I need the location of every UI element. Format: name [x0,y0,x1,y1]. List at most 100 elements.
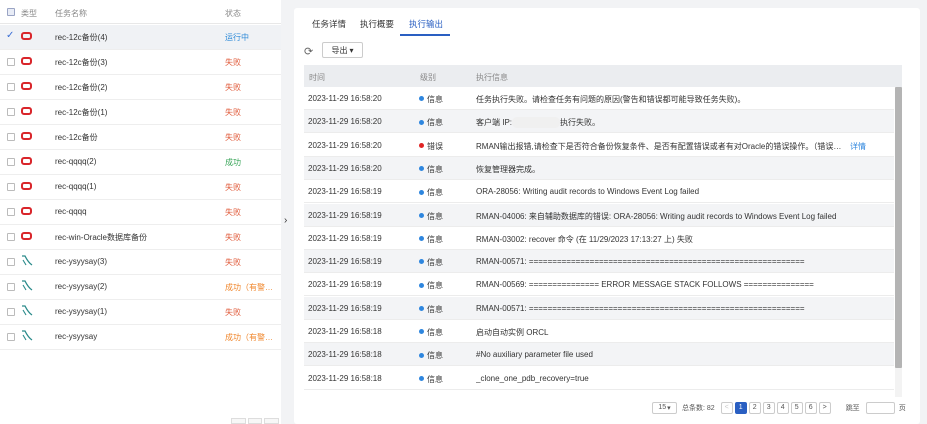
row-checkbox[interactable] [7,258,15,266]
log-message: 客户端 IP: 执行失败。 [476,117,862,128]
refresh-icon[interactable]: ⟳ [304,45,313,58]
expand-arrow-icon[interactable]: › [284,215,287,226]
task-name: rec-ysyysay [55,332,98,341]
log-time: 2023-11-29 16:58:19 [308,210,382,220]
log-level-text: 信息 [427,118,443,128]
log-time: 2023-11-29 16:58:19 [308,257,382,267]
detail-link[interactable]: 详情 [850,141,866,152]
log-level-text: 信息 [427,188,443,198]
log-level-text: 信息 [427,281,443,291]
level-dot-icon [419,352,424,358]
log-scroll-thumb[interactable] [895,87,902,368]
column-header-type: 类型 [21,9,37,18]
log-message-text: 启动自动实例 ORCL [476,328,549,337]
log-message: #No auxiliary parameter file used [476,350,862,359]
page-button[interactable]: 2 [748,401,761,414]
task-row[interactable]: rec-win-Oracle数据库备份 失败 [0,225,281,250]
task-status: 成功（有警… [225,333,273,342]
log-row: 2023-11-29 16:58:18 信息 启动自动实例 ORCL [304,320,894,343]
log-message-text: 任务执行失败。请检查任务有问题的原因(警告和错误都可能导致任务失败)。 [476,95,746,104]
row-checkbox[interactable] [7,58,15,66]
goto-page-input[interactable] [865,401,895,414]
log-row: 2023-11-29 16:58:20 信息 恢复管理器完成。 [304,156,894,180]
task-list-header: 类型 任务名称 状态 [0,0,281,24]
level-dot-icon [419,119,424,125]
export-button[interactable]: 导出 ▾ [322,42,363,58]
task-name: rec-12c备份(1) [55,108,108,117]
next-page-button[interactable]: > [818,401,831,414]
row-checkbox[interactable] [7,208,15,216]
page-button[interactable]: 6 [804,401,817,414]
task-row[interactable]: rec-qqqq 失败 [0,200,281,225]
task-row[interactable]: rec-ysyysay(1) 失败 [0,300,281,325]
page-button[interactable]: 5 [790,401,803,414]
task-row[interactable]: rec-qqqq(2) 成功 [0,150,281,175]
page-size-select[interactable]: 15 ▾ [652,401,677,414]
task-row[interactable]: rec-ysyysay 成功（有警… [0,325,281,350]
oracle-db-icon [21,32,32,40]
task-row[interactable]: rec-12c备份 失败 [0,125,281,150]
task-row[interactable]: rec-12c备份(1) 失败 [0,100,281,125]
check-icon[interactable]: ✓ [6,30,14,41]
row-checkbox[interactable] [7,158,15,166]
log-level: 信息 [419,350,443,361]
oracle-db-icon [21,107,32,115]
row-checkbox[interactable] [7,83,15,91]
row-checkbox[interactable] [7,283,15,291]
log-row: 2023-11-29 16:58:19 信息 RMAN-03002: recover… [304,227,894,250]
task-row[interactable]: rec-ysyysay(3) 失败 [0,250,281,275]
page-size-value: 15 [658,404,667,411]
page-button[interactable]: 4 [776,401,789,414]
log-time: 2023-11-29 16:58:19 [308,187,382,197]
log-time: 2023-11-29 16:58:20 [308,140,382,150]
log-level-text: 信息 [427,351,443,361]
level-dot-icon [419,282,424,288]
log-level-text: 信息 [427,328,443,337]
log-level: 信息 [419,187,443,198]
log-message-text: 客户端 IP: [476,118,513,128]
log-row: 2023-11-29 16:58:18 信息 _clone_one_pdb_reco… [304,367,894,390]
task-row[interactable]: rec-ysyysay(2) 成功（有警… [0,275,281,300]
task-name: rec-ysyysay(2) [55,282,108,291]
level-dot-icon [419,189,424,195]
log-level: 信息 [419,211,443,222]
task-name: rec-12c备份(2) [55,83,108,92]
page-button[interactable]: 1 [734,401,747,414]
tab-execution-output[interactable]: 执行输出 [409,18,443,30]
log-message-text: RMAN-00569: =============== ERROR MESSAG… [476,280,814,290]
log-row: 2023-11-29 16:58:19 信息 RMAN-00569: =======… [304,273,894,297]
sql-server-icon [22,255,33,266]
task-row[interactable]: rec-12c备份(3) 失败 [0,50,281,75]
goto-label: 跳至 [845,404,860,412]
log-level: 信息 [419,280,443,291]
task-status: 失败 [225,208,241,217]
column-header-level: 级别 [420,73,436,82]
task-list-pager[interactable] [231,418,280,424]
task-row[interactable]: rec-qqqq(1) 失败 [0,175,281,200]
page-button[interactable]: 3 [762,401,775,414]
row-checkbox[interactable] [7,333,15,341]
log-row: 2023-11-29 16:58:19 信息 ORA-28056: Writing … [304,180,894,204]
goto-suffix: 页 [898,404,906,412]
tab-task-details[interactable]: 任务详情 [312,18,346,30]
log-level-text: 信息 [427,234,443,244]
task-detail-panel: 任务详情 执行概要 执行输出 ⟳ 导出 ▾ 时间 级别 执行信息 2023-11… [294,8,920,424]
panel-splitter[interactable]: › [281,0,293,424]
prev-page-button[interactable]: < [720,401,733,414]
sql-server-icon [22,330,33,341]
row-checkbox[interactable] [7,233,15,241]
log-level: 信息 [419,257,443,268]
log-level: 信息 [419,94,443,105]
task-row[interactable]: rec-12c备份(2) 失败 [0,75,281,100]
row-checkbox[interactable] [7,108,15,116]
select-all-checkbox[interactable] [7,8,15,16]
row-checkbox[interactable] [7,308,15,316]
row-checkbox[interactable] [7,133,15,141]
tab-execution-summary[interactable]: 执行概要 [360,18,394,30]
log-message-text: RMAN-00571: ============================… [476,257,805,267]
task-row[interactable]: ✓ rec-12c备份(4) 运行中 [0,25,281,50]
level-dot-icon [419,306,424,312]
row-checkbox[interactable] [7,183,15,191]
task-name: rec-ysyysay(3) [55,257,108,266]
log-level-text: 信息 [427,211,443,221]
